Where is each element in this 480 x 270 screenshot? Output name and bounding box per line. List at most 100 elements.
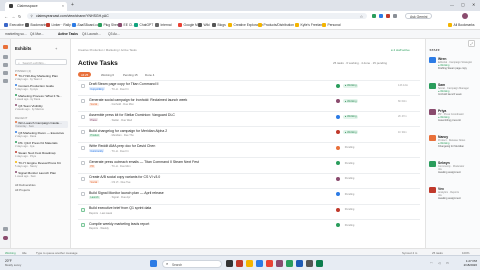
app-tab[interactable]: Q4 Launch... <box>82 32 101 36</box>
bookmark-item[interactable]: Executive <box>4 23 24 27</box>
start-menu-icon[interactable] <box>150 259 157 267</box>
task-checkbox[interactable] <box>81 176 85 181</box>
tasks-nav-icon[interactable] <box>3 62 8 68</box>
minimize-icon[interactable]: — <box>450 2 454 7</box>
task-checkbox[interactable] <box>81 207 85 212</box>
filter-pill[interactable]: All 25 <box>78 71 92 77</box>
extension-icon[interactable] <box>379 14 384 19</box>
chrome-icon[interactable] <box>266 259 273 267</box>
task-row[interactable]: Create A/B social copy variants for CS V… <box>78 172 420 186</box>
filter-pill[interactable]: Pending 15 <box>120 72 141 78</box>
taskbar-search[interactable]: ⌕ Search <box>162 259 222 268</box>
profile-avatar[interactable] <box>462 13 468 20</box>
task-checkbox[interactable] <box>81 83 85 88</box>
bookmark-item[interactable]: ChatGPT <box>134 23 153 27</box>
bookmark-item[interactable]: Personal <box>322 23 341 27</box>
task-row[interactable]: Draft Steam page copy for Titan Command … <box>78 79 420 93</box>
app-tab[interactable]: marketing su... <box>5 32 27 36</box>
message-composer-hint[interactable]: Type to queue another message <box>36 251 77 255</box>
app-tab[interactable]: Q3 Ac... <box>108 32 120 36</box>
browser-tab[interactable]: Claimsspace × <box>5 1 67 11</box>
reports-nav-icon[interactable] <box>3 78 8 84</box>
app-tab[interactable]: Active Tasks <box>58 32 78 36</box>
task-row[interactable]: Build Signal Monitor launch plan — April… <box>78 188 420 201</box>
task-row[interactable]: Generate press outreach emails — Titan C… <box>78 157 420 170</box>
bookmark-item[interactable]: Bookmarks <box>25 23 47 27</box>
system-clock[interactable]: 1:27 PM 2/18/2026 <box>455 259 477 267</box>
reload-icon[interactable]: ↻ <box>18 14 22 19</box>
sync-status: Synced 4 m <box>402 250 418 255</box>
add-exhibit-button[interactable]: + <box>55 46 57 51</box>
sidebar-item[interactable]: Marketing Process: What It Ta... 1 week a… <box>15 94 68 101</box>
close-icon[interactable]: × <box>62 4 64 8</box>
forward-icon[interactable]: → <box>11 14 15 19</box>
task-row[interactable]: Write Reddit AMA prep doc for David Chen… <box>78 141 420 155</box>
sidebar-section[interactable]: All Projects <box>15 188 30 192</box>
expand-icon[interactable]: ⤢ <box>468 40 475 47</box>
new-tab-icon[interactable]: + <box>71 2 74 8</box>
sidebar-item[interactable]: Content-Production Guide 5 days ago · by … <box>15 84 68 91</box>
app-taskbar-icon[interactable] <box>286 259 293 267</box>
app-taskbar-icon[interactable] <box>236 259 243 267</box>
sidebar-item[interactable]: TC-H: Engine Reveal Press Kit 5 days ago … <box>15 161 68 168</box>
bookmark-star-icon[interactable]: ☆ <box>360 14 363 19</box>
task-row[interactable]: Build changelog for campaign for Meridia… <box>78 126 420 139</box>
sidebar-search-input[interactable]: ⌕ Search exhibits... <box>15 58 67 65</box>
filter-pill[interactable]: Working 6 <box>98 72 117 78</box>
address-bar[interactable]: ⚲ claimsyearcast.com/view/chann/YNHSGH.y… <box>27 12 367 20</box>
word-icon[interactable] <box>296 259 303 267</box>
back-icon[interactable]: ← <box>4 14 8 19</box>
excel-icon[interactable] <box>316 259 323 267</box>
bookmark-item[interactable]: Internal <box>155 23 172 27</box>
weather-widget[interactable]: 20°F Mostly sunny <box>5 259 21 267</box>
extension-icon[interactable] <box>386 14 391 19</box>
user-avatar[interactable] <box>3 235 8 241</box>
task-checkbox[interactable] <box>81 223 85 228</box>
bookmark-item[interactable]: All Bookmarks <box>448 23 475 27</box>
task-row[interactable]: Generate social campaign for Ironhold: R… <box>78 95 420 108</box>
sidebar-item[interactable]: Win Launch Campaign Castle... Yesterday ·… <box>15 120 68 129</box>
close-window-icon[interactable]: ✕ <box>472 2 475 7</box>
app-logo-icon[interactable] <box>3 44 8 50</box>
sidebar-section[interactable]: All Deliverables <box>15 183 36 187</box>
task-meta: · TC-H · Due Fri <box>110 149 129 153</box>
task-checkbox[interactable] <box>81 130 85 135</box>
staff-nav-icon[interactable] <box>3 70 8 76</box>
task-view-icon[interactable] <box>226 259 233 267</box>
extension-icon[interactable] <box>372 14 377 19</box>
app-tab[interactable]: Q4 Mar... <box>30 32 44 36</box>
maximize-icon[interactable]: ▢ <box>461 2 465 7</box>
app-taskbar-icon[interactable] <box>276 259 283 267</box>
ask-gemini-button[interactable]: Ask Gemini <box>405 12 433 20</box>
task-checkbox[interactable] <box>81 192 85 197</box>
filter-pill[interactable]: Done 4 <box>142 72 157 78</box>
sidebar-item[interactable]: Q3 Marketing Room — Executive 2 days ago … <box>15 131 68 138</box>
sidebar-item[interactable]: Signal Monitor Launch Plan 1 week ago · S… <box>15 171 68 178</box>
task-row[interactable]: Build executive brief from Q1 sprint dat… <box>78 203 420 217</box>
app-taskbar-icon[interactable] <box>256 259 263 267</box>
task-checkbox[interactable] <box>81 114 85 119</box>
battery-icon[interactable]: ▭ <box>446 261 449 265</box>
volume-icon[interactable]: ◁ <box>438 261 440 265</box>
extensions-puzzle-icon[interactable] <box>393 14 398 19</box>
site-info-icon[interactable]: ⚲ <box>31 14 33 18</box>
task-row[interactable]: Assemble press kit for Stellar Dominion:… <box>78 110 420 124</box>
bookmark-item[interactable]: Wiki <box>198 23 210 27</box>
sidebar-item[interactable]: Q3 Team Visibility 2 weeks ago · by Marcu… <box>15 104 68 111</box>
task-checkbox[interactable] <box>81 161 85 166</box>
sidebar-item[interactable]: DS: Q1/2 Press Kit Materials 3 days ago ·… <box>15 141 68 148</box>
wifi-icon[interactable]: ◠ <box>430 261 433 265</box>
task-row[interactable]: Compile weekly marketing leads report Rep… <box>78 219 420 232</box>
sidebar-item[interactable]: TC-H 90-Day Marketing Plan 2 days ago · b… <box>15 74 68 81</box>
task-checkbox[interactable] <box>81 145 85 150</box>
bookmark-item[interactable]: Blogs <box>212 23 226 27</box>
bookmark-item[interactable]: Kylie's Freelance <box>295 23 326 27</box>
bookmark-item[interactable]: EE Cl... <box>118 23 135 27</box>
bookmark-item[interactable]: Products/Distribution <box>258 23 294 27</box>
settings-gear-icon[interactable] <box>3 226 8 232</box>
sidebar-item[interactable]: Steam Next Fest Roadmap 4 days ago · Priy… <box>15 151 68 158</box>
task-checkbox[interactable] <box>81 99 85 104</box>
app-taskbar-icon[interactable] <box>306 259 313 267</box>
file-explorer-icon[interactable] <box>246 259 253 267</box>
exhibits-nav-icon[interactable] <box>3 54 8 60</box>
